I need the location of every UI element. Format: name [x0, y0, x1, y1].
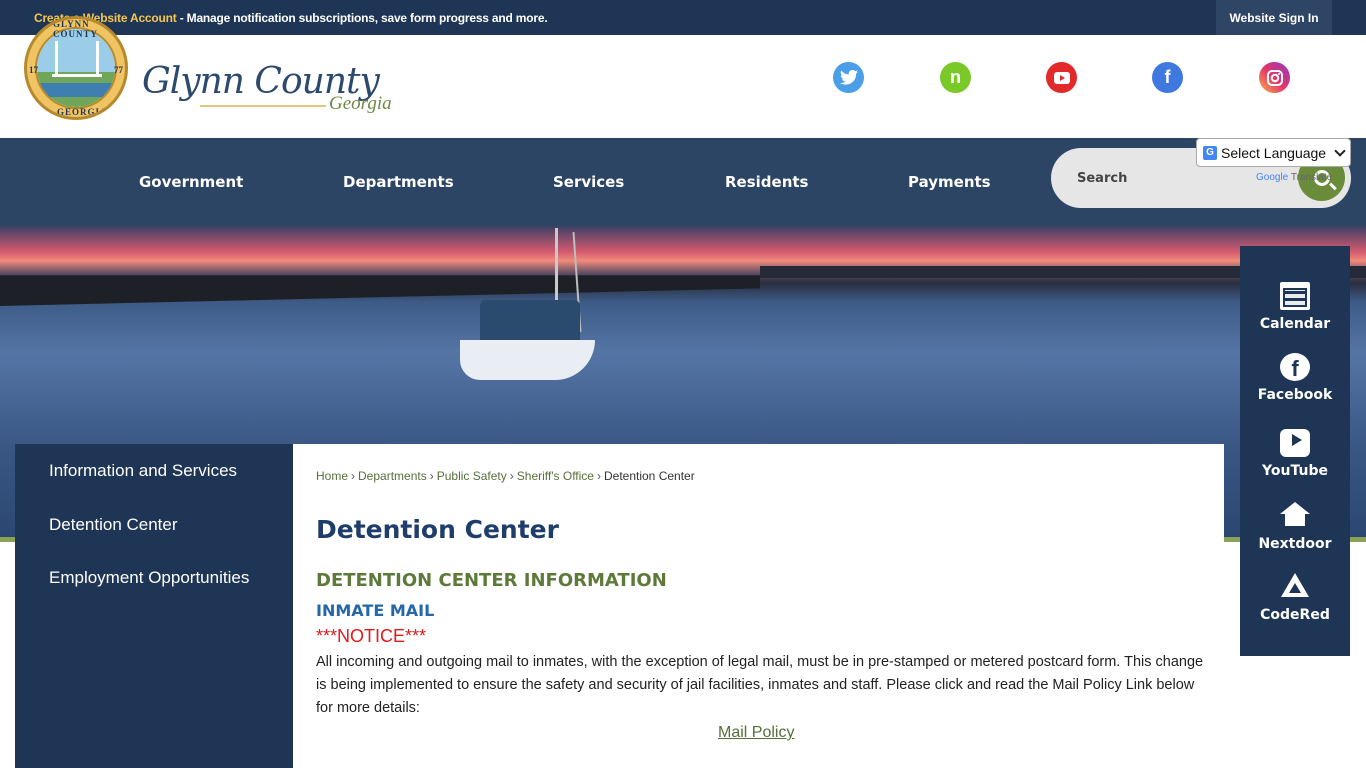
translate-label: Translate	[1290, 172, 1333, 183]
facebook-icon: f	[1280, 353, 1310, 381]
quick-link-label: CodeRed	[1260, 607, 1330, 623]
logo-underline	[200, 105, 326, 107]
twitter-icon[interactable]	[833, 62, 864, 93]
seal-image	[35, 27, 117, 109]
breadcrumb-home[interactable]: Home	[316, 469, 348, 483]
youtube-icon	[1280, 429, 1310, 457]
quick-link-label: Calendar	[1259, 316, 1331, 332]
breadcrumb-sheriffs-office[interactable]: Sheriff's Office	[517, 469, 594, 483]
search-placeholder: Search	[1077, 171, 1128, 186]
nextdoor-icon	[1280, 502, 1310, 530]
quick-link-label: YouTube	[1262, 463, 1328, 479]
breadcrumb-departments[interactable]: Departments	[358, 469, 427, 483]
quick-link-youtube[interactable]: YouTube	[1240, 429, 1350, 479]
facebook-icon[interactable]: f	[1152, 62, 1183, 93]
section-heading: DETENTION CENTER INFORMATION	[316, 570, 667, 591]
sidebar-item-employment[interactable]: Employment Opportunities	[49, 565, 279, 590]
sign-in-button[interactable]: Website Sign In	[1216, 0, 1332, 35]
nextdoor-icon[interactable]: n	[940, 62, 971, 93]
nav-services[interactable]: Services	[553, 173, 624, 191]
seal-top-text: GLYNN COUNTY	[53, 19, 99, 39]
breadcrumb: Home › Departments › Public Safety › Sheriff's…	[316, 469, 695, 483]
breadcrumb-public-safety[interactable]: Public Safety	[437, 469, 507, 483]
quick-link-nextdoor[interactable]: Nextdoor	[1240, 502, 1350, 552]
nav-residents[interactable]: Residents	[725, 173, 808, 191]
main-content: Home › Departments › Public Safety › Sheriff's…	[293, 444, 1224, 768]
quick-link-facebook[interactable]: f Facebook	[1240, 353, 1350, 403]
sailboat	[460, 340, 595, 380]
quick-link-calendar[interactable]: Calendar	[1240, 282, 1350, 332]
section-sidebar: Information and Services Detention Cente…	[15, 444, 293, 768]
county-seal-logo[interactable]: GLYNN COUNTY GEORGIA 17 77	[24, 16, 128, 120]
quick-link-codered[interactable]: CodeRed	[1240, 573, 1350, 623]
google-label: Google	[1256, 172, 1289, 183]
notice-text: ***NOTICE***	[316, 626, 427, 646]
language-select[interactable]: G Select Language	[1196, 138, 1351, 167]
logo-state-name[interactable]: Georgia	[329, 93, 392, 115]
nav-government[interactable]: Government	[139, 173, 243, 191]
language-select-label: Select Language	[1221, 144, 1327, 161]
quick-link-label: Facebook	[1257, 387, 1333, 403]
subheading-inmate-mail: INMATE MAIL	[316, 601, 435, 620]
instagram-icon[interactable]	[1259, 62, 1290, 93]
nav-departments[interactable]: Departments	[343, 173, 454, 191]
codered-icon	[1280, 573, 1310, 601]
nav-payments[interactable]: Payments	[908, 173, 991, 191]
boat-cabin	[480, 300, 580, 342]
google-g-icon: G	[1203, 145, 1217, 160]
account-message-text: - Manage notification subscriptions, sav…	[176, 11, 548, 25]
sidebar-item-information-services[interactable]: Information and Services	[49, 458, 279, 483]
top-utility-bar: Create a Website Account - Manage notifi…	[0, 0, 1366, 35]
mail-policy-paragraph: All incoming and outgoing mail to inmate…	[316, 654, 1204, 716]
calendar-icon	[1280, 282, 1310, 310]
page-title: Detention Center	[316, 515, 559, 544]
mail-policy-link[interactable]: Mail Policy	[718, 724, 794, 742]
chevron-down-icon	[1334, 145, 1346, 157]
google-translate-credit[interactable]: Google Translate	[1256, 172, 1332, 183]
site-header: Glynn County Georgia n f	[0, 35, 1366, 138]
seal-year-left: 17	[29, 65, 38, 75]
quick-links-panel: Calendar f Facebook YouTube Nextdoor Cod…	[1240, 246, 1350, 656]
seal-bottom-text: GEORGIA	[57, 107, 108, 117]
youtube-icon[interactable]	[1046, 62, 1077, 93]
quick-link-label: Nextdoor	[1258, 536, 1332, 552]
seal-year-right: 77	[114, 65, 123, 75]
sidebar-item-detention-center[interactable]: Detention Center	[49, 512, 279, 537]
breadcrumb-current: Detention Center	[603, 469, 695, 483]
